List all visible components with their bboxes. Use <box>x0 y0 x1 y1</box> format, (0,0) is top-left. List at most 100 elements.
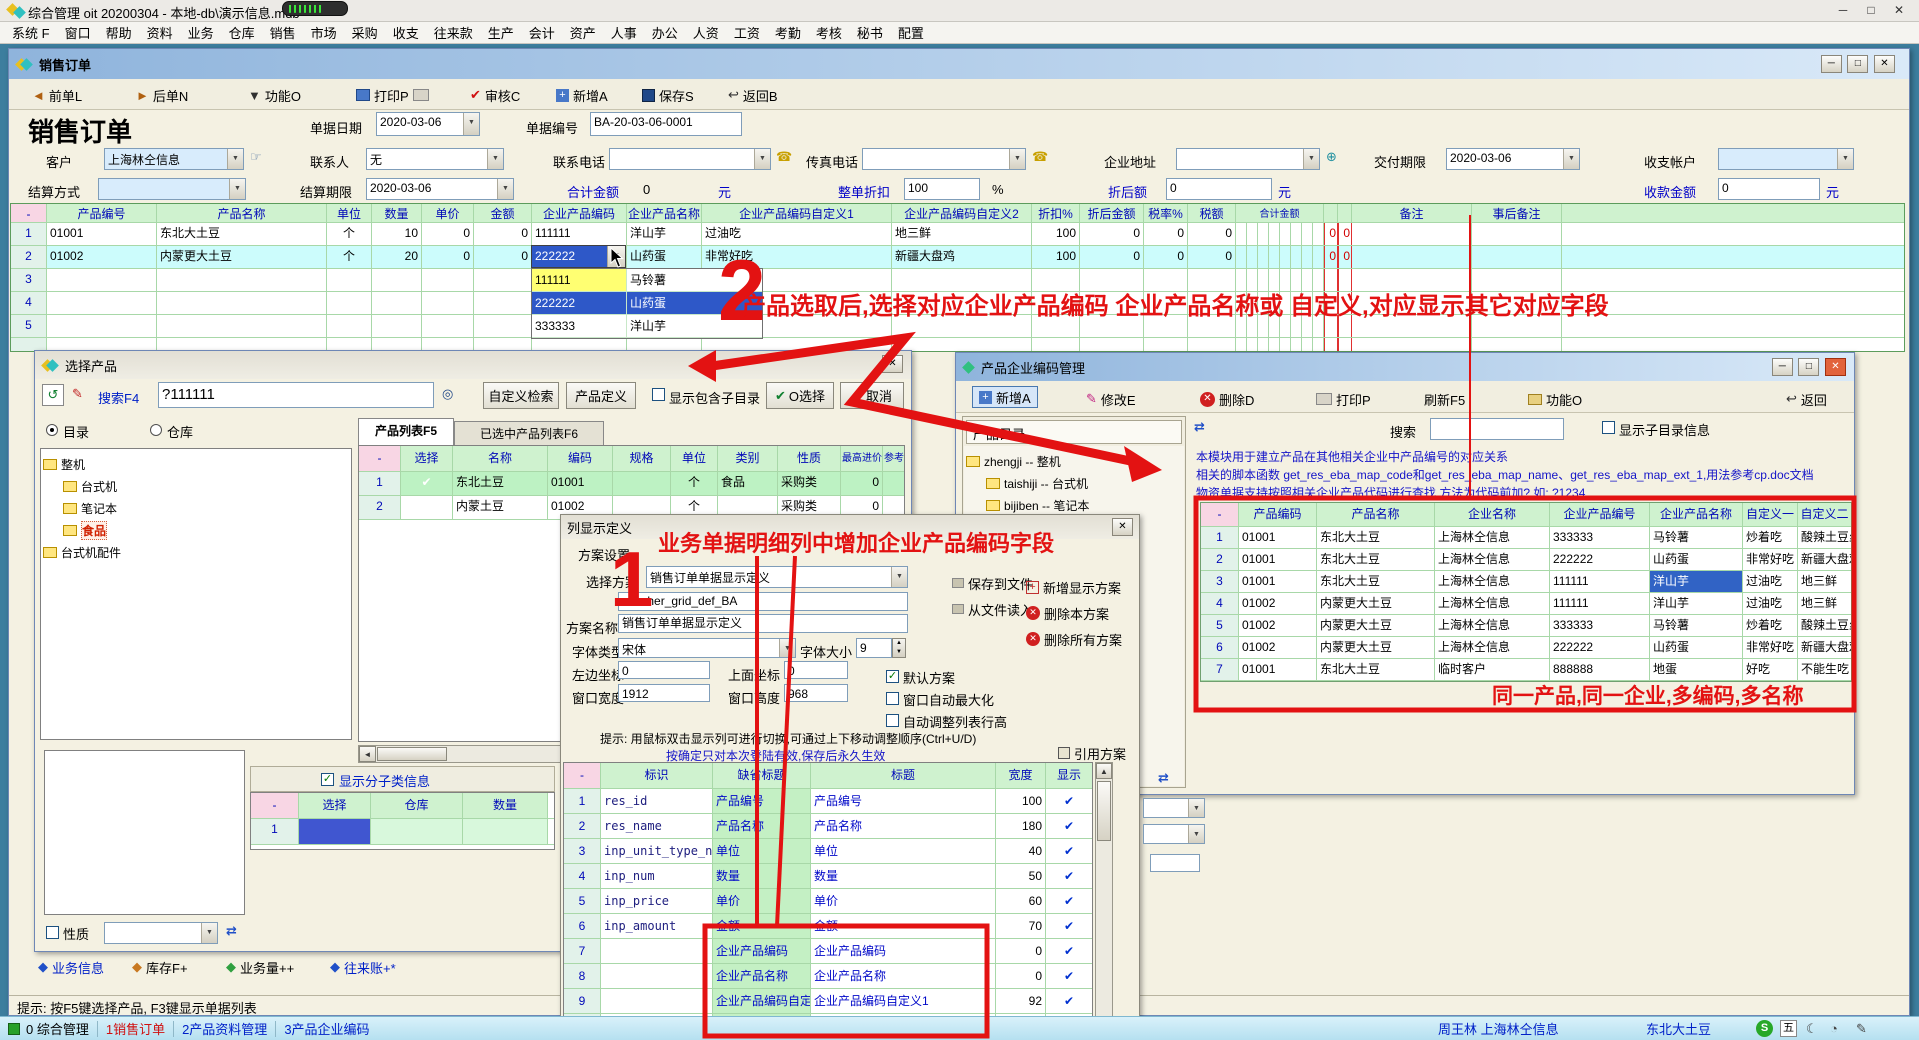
product-name-cell[interactable] <box>157 292 327 314</box>
ident-cell[interactable]: inp_num <box>601 864 713 888</box>
ref-price-cell[interactable] <box>883 472 904 495</box>
custom1-cell[interactable]: 炒着吃 <box>1743 615 1798 636</box>
product-define-button[interactable]: 产品定义 <box>566 382 636 409</box>
unit-cell[interactable]: 个 <box>327 223 372 245</box>
menu-item[interactable]: 工资 <box>734 23 760 42</box>
address-combo[interactable]: ▼ <box>1176 148 1320 170</box>
dropdown-icon[interactable]: ▼ <box>1009 149 1025 169</box>
col-header[interactable]: - <box>564 763 601 788</box>
refresh-icon[interactable]: ↺ <box>42 384 64 406</box>
code-cell[interactable]: 01001 <box>548 472 613 495</box>
title-cell[interactable]: 产品编号 <box>811 789 996 813</box>
dropdown-icon[interactable]: ▼ <box>229 179 245 199</box>
grid-row[interactable]: 2 01002 内蒙更大土豆 个 20 0 0 山药蛋 非常好吃 新疆大盘鸡 1… <box>11 246 1904 269</box>
option-code[interactable]: 333333 <box>532 315 627 338</box>
product-code-cell[interactable]: 01001 <box>1239 527 1317 548</box>
nature-cell[interactable]: 采购类 <box>778 472 841 495</box>
product-code-cell[interactable]: 01002 <box>1239 615 1317 636</box>
row-number[interactable]: 2 <box>564 814 601 838</box>
custom2-cell[interactable]: 不能生吃 <box>1798 659 1851 680</box>
dropdown-icon[interactable]: ▼ <box>497 179 513 199</box>
col-header[interactable]: 事后备注 <box>1472 204 1562 222</box>
eba-row[interactable]: 2 01001 东北大土豆 上海林仝信息 222222 山药蛋 非常好吃 新疆大… <box>1201 549 1851 571</box>
left-coord-input[interactable]: 0 <box>618 661 710 679</box>
scheme-id-field[interactable]: voucher_grid_def_BA <box>618 592 908 611</box>
col-header[interactable]: - <box>11 204 47 222</box>
font-size-input[interactable]: 9 <box>856 638 892 658</box>
scroll-up-icon[interactable]: ▲ <box>1096 763 1112 779</box>
col-header[interactable]: 金额 <box>474 204 532 222</box>
row-number[interactable]: 6 <box>1201 637 1239 658</box>
col-header[interactable]: 备注 <box>1352 204 1472 222</box>
eba-name-cell[interactable]: 洋山芋 <box>1650 571 1743 592</box>
custom1-cell[interactable]: 好吃 <box>1743 659 1798 680</box>
select-cell[interactable]: ✔ <box>401 472 453 495</box>
menu-item[interactable]: 窗口 <box>65 23 91 42</box>
product-name-cell[interactable]: 东北大土豆 <box>1317 527 1435 548</box>
next-doc-button[interactable]: ►后单N <box>136 84 188 106</box>
account-combo[interactable]: ▼ <box>1718 148 1854 170</box>
print-button[interactable]: 打印P <box>1316 388 1371 410</box>
col-header[interactable]: 企业名称 <box>1435 503 1550 526</box>
row-number[interactable]: 2 <box>359 496 401 519</box>
col-header[interactable]: 最高进价 <box>841 446 883 471</box>
note-cell[interactable] <box>1352 223 1472 245</box>
scroll-thumb[interactable] <box>1097 781 1111 841</box>
select-cell[interactable] <box>299 819 371 844</box>
footer-tab-accounts[interactable]: ◆往来账+* <box>330 956 396 978</box>
eba-name-cell[interactable]: 地蛋 <box>1650 659 1743 680</box>
col-header[interactable]: 名称 <box>453 446 548 471</box>
row-number[interactable]: 1 <box>564 789 601 813</box>
row-number[interactable]: 4 <box>564 864 601 888</box>
menu-item[interactable]: 配置 <box>898 23 924 42</box>
red-flag-cell[interactable]: 0 <box>1338 223 1352 245</box>
col-header[interactable] <box>1324 204 1338 222</box>
win-height-input[interactable]: 968 <box>784 684 848 702</box>
menu-item[interactable]: 人资 <box>693 23 719 42</box>
tree-item-label[interactable]: 整机 <box>61 456 85 473</box>
side-combo-1[interactable]: ▼ <box>1143 798 1205 818</box>
price-cell[interactable] <box>422 292 474 314</box>
save-button[interactable]: 保存S <box>642 84 694 106</box>
dropdown-icon[interactable]: ▼ <box>1303 149 1319 169</box>
menu-item[interactable]: 生产 <box>488 23 514 42</box>
taskbar-item-eba-manager[interactable]: 3产品企业编码 <box>284 1019 369 1038</box>
row-number[interactable]: 7 <box>1201 659 1239 680</box>
row-number[interactable]: 3 <box>1201 571 1239 592</box>
edit-icon[interactable]: ✎ <box>1856 1021 1867 1037</box>
col-header[interactable]: 仓库 <box>371 793 463 818</box>
load-from-file-button[interactable]: 从文件读入 <box>952 598 1033 620</box>
edit-button[interactable]: ✎修改E <box>1086 388 1136 410</box>
print-button[interactable]: 打印P <box>356 84 429 106</box>
width-cell[interactable]: 40 <box>996 839 1046 863</box>
dropdown-icon[interactable]: ▼ <box>891 567 907 587</box>
amount-cell[interactable] <box>474 315 532 337</box>
radio-directory[interactable] <box>46 424 58 436</box>
col-header[interactable]: 折后金额 <box>1080 204 1144 222</box>
select-cell[interactable] <box>401 496 453 519</box>
show-subcat-checkbox[interactable]: ✓ <box>321 773 334 786</box>
tel-combo[interactable]: ▼ <box>609 148 771 170</box>
product-code-cell[interactable]: 01001 <box>1239 659 1317 680</box>
show-cell[interactable]: ✔ <box>1046 814 1092 838</box>
col-header[interactable]: 税率% <box>1144 204 1188 222</box>
custom-search-button[interactable]: 自定义检索 <box>483 382 559 409</box>
column-def-row[interactable]: 7 企业产品编码 企业产品编码 0 ✔ <box>564 939 1092 964</box>
name-cell[interactable]: 内蒙土豆 <box>453 496 548 519</box>
col-header[interactable]: 类别 <box>718 446 778 471</box>
empty-listbox[interactable] <box>44 750 245 915</box>
eba-row[interactable]: 4 01002 内蒙更大土豆 上海林仝信息 111111 洋山芋 过油吃 地三鲜 <box>1201 593 1851 615</box>
col-header[interactable]: 编码 <box>548 446 613 471</box>
ident-cell[interactable] <box>601 989 713 1013</box>
row-number[interactable]: 1 <box>251 819 299 844</box>
product-code-cell[interactable] <box>47 315 157 337</box>
price-cell[interactable] <box>422 315 474 337</box>
menu-item[interactable]: 市场 <box>311 23 337 42</box>
edit-value[interactable]: 222222 <box>532 246 607 267</box>
default-title-cell[interactable]: 企业产品编码 <box>713 939 811 963</box>
menu-item[interactable]: 业务 <box>188 23 214 42</box>
discount-cell[interactable]: 100 <box>1032 223 1080 245</box>
tax-rate-cell[interactable] <box>1144 338 1188 352</box>
minimize-button[interactable]: ─ <box>1821 55 1842 73</box>
eba-row[interactable]: 7 01001 东北大土豆 临时客户 888888 地蛋 好吃 不能生吃 <box>1201 659 1851 681</box>
